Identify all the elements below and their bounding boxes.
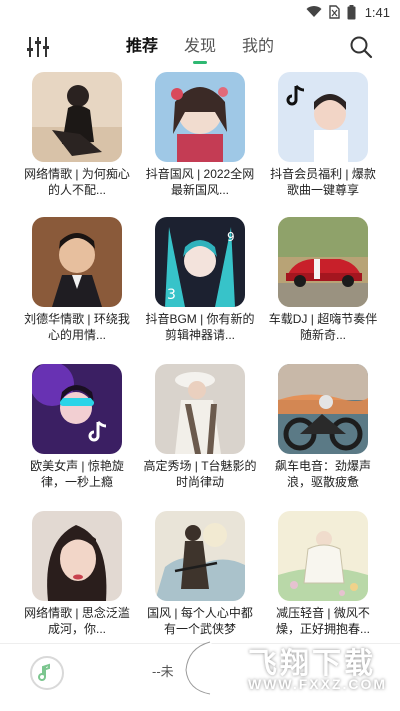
tab-discover[interactable]: 发现: [171, 24, 229, 70]
playlist-card[interactable]: 欧美女声 | 惊艳旋律，一秒上瘾: [16, 364, 138, 490]
status-time: 1:41: [364, 4, 390, 20]
playlist-cover-image: [155, 72, 245, 162]
album-disc-icon[interactable]: [30, 656, 64, 690]
now-playing-text: --未: [152, 664, 174, 679]
playlist-card[interactable]: 网络情歌 | 为何痴心的人不配...: [16, 72, 138, 198]
playlist-card[interactable]: 3 9 抖音BGM | 你有新的剪辑神器请...: [139, 217, 261, 343]
playlist-cover-image: [32, 72, 122, 162]
playlist-title: 抖音国风 | 2022全网最新国风...: [145, 167, 255, 197]
playlist-cover-image: [278, 364, 368, 454]
search-icon[interactable]: [349, 35, 373, 59]
status-bar: 1:41: [0, 0, 400, 24]
playlist-card[interactable]: 刘德华情歌 | 环绕我心的用情...: [16, 217, 138, 343]
svg-text:9: 9: [227, 230, 235, 244]
playlist-title: 高定秀场 | T台魅影的时尚律动: [143, 459, 257, 489]
playlist-card[interactable]: 飙车电音：劲爆声浪，驱散疲惫: [262, 364, 384, 490]
top-header: 推荐 发现 我的: [0, 24, 400, 70]
playlist-title: 减压轻音 | 微风不燥，正好拥抱春...: [275, 606, 370, 636]
playlist-cover-image: [155, 511, 245, 601]
playlist-title: 国风 | 每个人心中都有一个武侠梦: [147, 606, 253, 636]
playlist-title: 网络情歌 | 思念泛滥成河，你...: [24, 606, 130, 636]
tab-mine[interactable]: 我的: [229, 24, 287, 70]
playlist-cover-image: [155, 364, 245, 454]
playlist-cover-image: [278, 217, 368, 307]
playlist-card[interactable]: 国风 | 每个人心中都有一个武侠梦: [139, 511, 261, 637]
playlist-cover-image: [32, 217, 122, 307]
no-sim-icon: [328, 5, 340, 19]
playlist-title: 飙车电音：劲爆声浪，驱散疲惫: [274, 459, 371, 489]
playlist-card[interactable]: 抖音会员福利 | 爆款歌曲一键尊享: [262, 72, 384, 198]
playlist-title: 抖音BGM | 你有新的剪辑神器请...: [145, 312, 255, 342]
mini-player: --未: [0, 643, 400, 711]
playlist-title: 欧美女声 | 惊艳旋律，一秒上瘾: [30, 459, 124, 489]
playlist-card[interactable]: 减压轻音 | 微风不燥，正好拥抱春...: [262, 511, 384, 637]
playlist-card[interactable]: 抖音国风 | 2022全网最新国风...: [139, 72, 261, 198]
tab-recommend[interactable]: 推荐: [113, 24, 171, 70]
playlist-card[interactable]: 高定秀场 | T台魅影的时尚律动: [139, 364, 261, 490]
playlist-cover-image: 3 9: [155, 217, 245, 307]
svg-text:3: 3: [167, 287, 176, 303]
playlist-cover-image: [278, 72, 368, 162]
top-tabs: 推荐 发现 我的: [0, 24, 400, 70]
playlist-card[interactable]: 网络情歌 | 思念泛滥成河，你...: [16, 511, 138, 637]
battery-icon: [347, 4, 356, 19]
music-note-icon: [38, 663, 50, 681]
playlist-cover-image: [32, 511, 122, 601]
playlist-cover-image: [32, 364, 122, 454]
equalizer-settings-icon[interactable]: [25, 34, 51, 60]
playlist-card[interactable]: 车载DJ | 超嗨节奏伴随新奇...: [262, 217, 384, 343]
wifi-icon: [306, 6, 322, 18]
playlist-title: 抖音会员福利 | 爆款歌曲一键尊享: [270, 167, 376, 197]
playlist-title: 刘德华情歌 | 环绕我心的用情...: [24, 312, 130, 342]
playlist-cover-image: [278, 511, 368, 601]
playlist-title: 网络情歌 | 为何痴心的人不配...: [24, 167, 130, 197]
playlist-title: 车载DJ | 超嗨节奏伴随新奇...: [268, 312, 378, 342]
